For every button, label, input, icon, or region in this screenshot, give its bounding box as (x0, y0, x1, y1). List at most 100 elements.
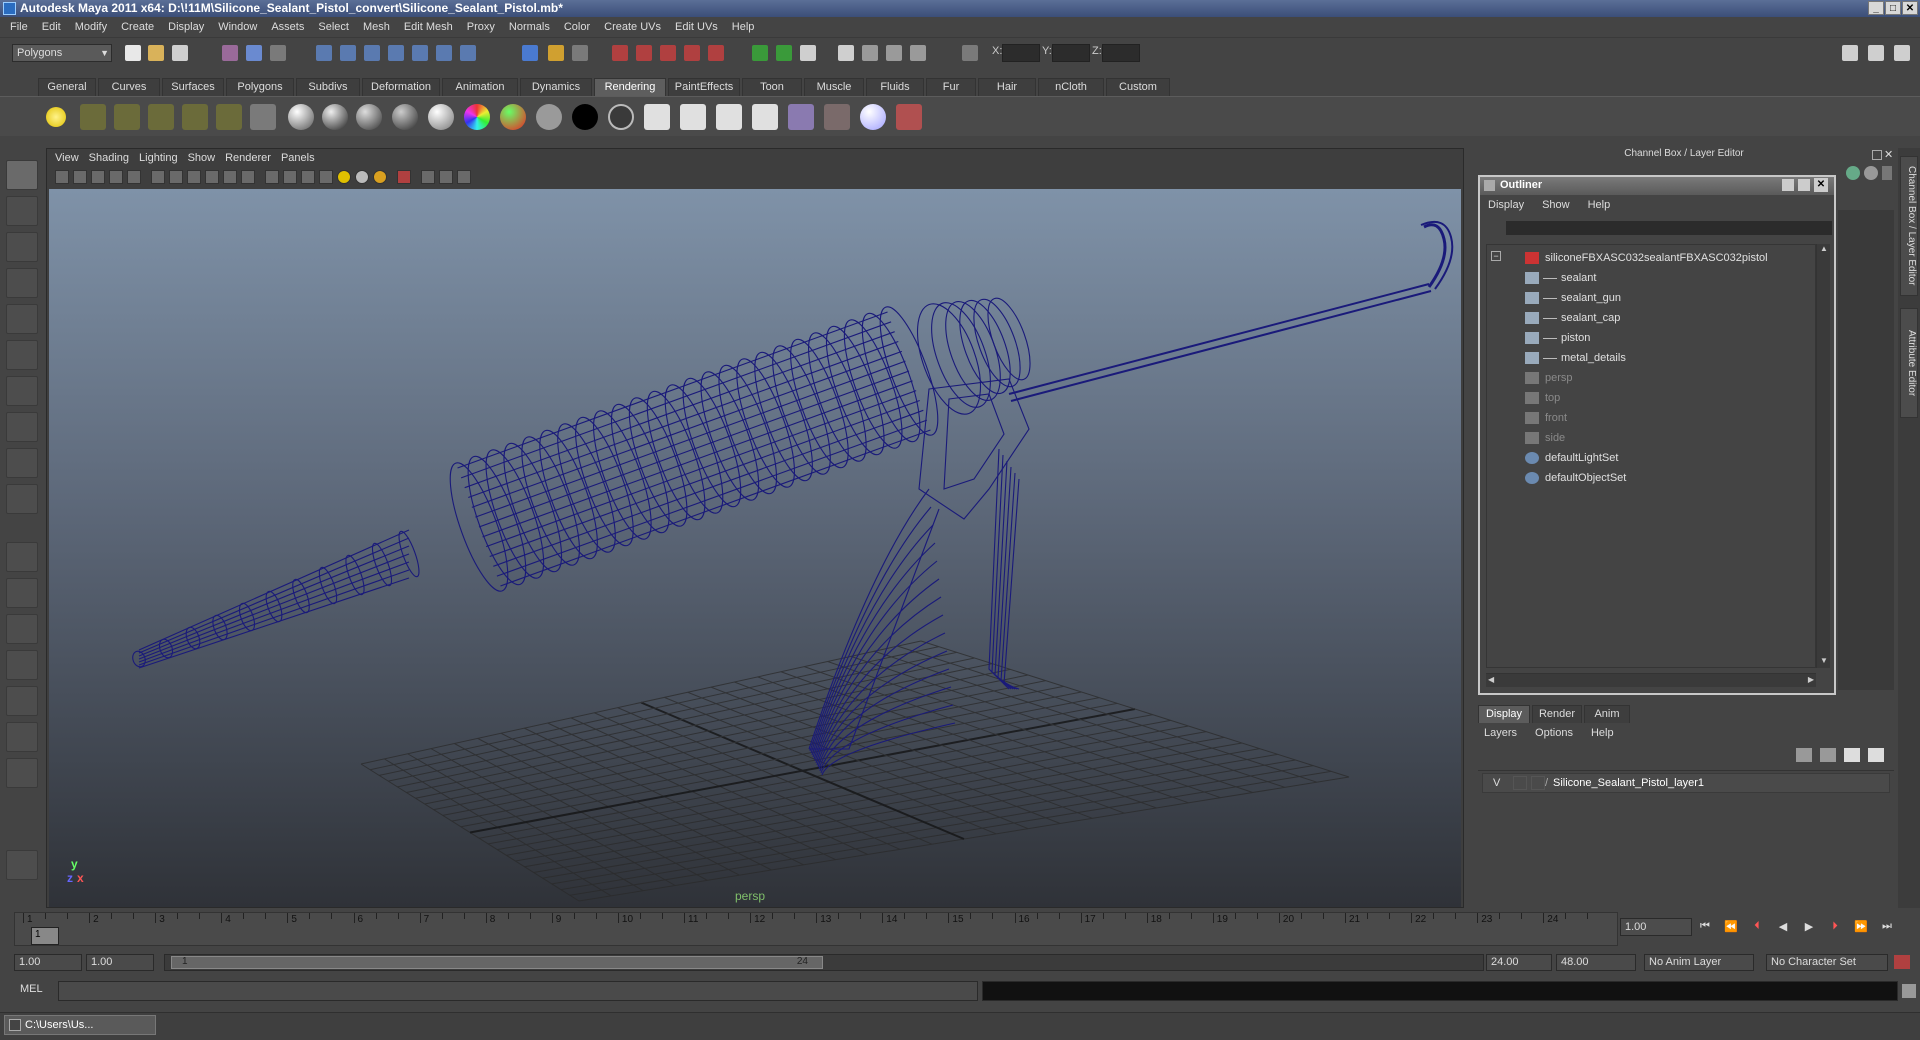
resolution-gate-icon[interactable] (187, 170, 201, 184)
menu-edit-mesh[interactable]: Edit Mesh (398, 21, 461, 33)
move-tool-icon[interactable] (6, 268, 38, 298)
hypershade-shelf-icon[interactable] (824, 104, 850, 130)
scale-tool-icon[interactable] (6, 340, 38, 370)
show-tool-settings-icon[interactable] (776, 45, 792, 61)
universal-manipulator-icon[interactable] (6, 376, 38, 406)
command-language-label[interactable]: MEL (20, 983, 43, 995)
toggle-channel-box-icon[interactable] (1894, 45, 1910, 61)
menu-file[interactable]: File (4, 21, 36, 33)
surface-shader-icon[interactable] (536, 104, 562, 130)
tab-hair[interactable]: Hair (978, 78, 1036, 96)
layer-menu-layers[interactable]: Layers (1484, 727, 1535, 739)
tab-polygons[interactable]: Polygons (226, 78, 294, 96)
animation-start-field[interactable]: 1.00 (14, 954, 82, 971)
viewport-menu-renderer[interactable]: Renderer (225, 152, 281, 164)
pin-icon[interactable] (1882, 166, 1892, 180)
perspective-viewport[interactable]: y z x persp (49, 189, 1461, 907)
maximize-icon[interactable] (1798, 179, 1810, 191)
menu-create[interactable]: Create (115, 21, 162, 33)
menu-display[interactable]: Display (162, 21, 212, 33)
viewport-menu-shading[interactable]: Shading (89, 152, 139, 164)
layout-dope-sheet-icon[interactable] (6, 722, 38, 752)
viewport-menu-panels[interactable]: Panels (281, 152, 325, 164)
channel-icon[interactable] (1846, 166, 1860, 180)
step-back-key-icon[interactable]: ⏴ (1748, 920, 1766, 936)
minimize-icon[interactable] (1782, 179, 1794, 191)
show-manipulator-icon[interactable] (6, 448, 38, 478)
layout-persp-outliner-icon[interactable] (886, 45, 902, 61)
snap-to-grid-icon[interactable] (316, 45, 332, 61)
layer-icon[interactable] (1864, 166, 1878, 180)
lambert-shader-icon[interactable] (322, 104, 348, 130)
absolute-transform-icon[interactable] (962, 45, 978, 61)
default-lighting-icon[interactable] (373, 170, 387, 184)
menu-window[interactable]: Window (212, 21, 265, 33)
float-icon[interactable] (1872, 150, 1882, 160)
tab-deformation[interactable]: Deformation (362, 78, 440, 96)
snap-to-curve-icon[interactable] (340, 45, 356, 61)
high-quality-icon[interactable] (457, 170, 471, 184)
last-tool-icon[interactable] (6, 484, 38, 514)
paint-select-tool-icon[interactable] (6, 232, 38, 262)
camera-attributes-icon[interactable] (73, 170, 87, 184)
menu-select[interactable]: Select (312, 21, 357, 33)
menu-create-uvs[interactable]: Create UVs (598, 21, 669, 33)
x-field[interactable] (1002, 44, 1040, 62)
move-layer-up-icon[interactable] (1796, 748, 1812, 762)
select-by-component-icon[interactable] (270, 45, 286, 61)
quick-layout-icon[interactable] (6, 850, 38, 880)
outliner-horizontal-scrollbar[interactable]: ◀ ▶ (1486, 673, 1816, 687)
step-forward-frame-icon[interactable]: ⏩ (1852, 920, 1870, 936)
tab-muscle[interactable]: Muscle (804, 78, 864, 96)
create-camera-icon[interactable] (250, 104, 276, 130)
menu-color[interactable]: Color (558, 21, 598, 33)
tab-curves[interactable]: Curves (98, 78, 160, 96)
minimized-window-button[interactable]: C:\Users\Us... (4, 1015, 156, 1035)
volume-light-icon[interactable] (216, 104, 242, 130)
viewport-menu-lighting[interactable]: Lighting (139, 152, 188, 164)
outliner-item[interactable]: sealant_gun (1487, 289, 1807, 307)
outliner-menu-display[interactable]: Display (1488, 199, 1542, 211)
playback-end-field[interactable]: 24.00 (1486, 954, 1552, 971)
layout-single-pane-icon[interactable] (6, 542, 38, 572)
move-layer-down-icon[interactable] (1820, 748, 1836, 762)
make-live-icon[interactable] (412, 45, 428, 61)
layout-single-icon[interactable] (838, 45, 854, 61)
area-light-icon[interactable] (182, 104, 208, 130)
menu-mesh[interactable]: Mesh (357, 21, 398, 33)
tab-ncloth[interactable]: nCloth (1038, 78, 1104, 96)
menu-edit[interactable]: Edit (36, 21, 69, 33)
shading-map-icon[interactable] (608, 104, 634, 130)
layer-color-swatch[interactable] (1531, 776, 1545, 790)
smooth-shade-icon[interactable] (283, 170, 297, 184)
outliner-item[interactable]: siliconeFBXASC032sealantFBXASC032pistol (1487, 249, 1807, 267)
animation-preferences-icon[interactable] (1894, 955, 1910, 969)
tab-rendering[interactable]: Rendering (594, 78, 666, 96)
tab-fluids[interactable]: Fluids (866, 78, 924, 96)
phong-shader-icon[interactable] (356, 104, 382, 130)
layout-four-pane-icon[interactable] (6, 578, 38, 608)
tab-fur[interactable]: Fur (926, 78, 976, 96)
outliner-item[interactable]: defaultObjectSet (1487, 469, 1807, 487)
tab-dynamics[interactable]: Dynamics (520, 78, 592, 96)
scroll-right-icon[interactable]: ▶ (1808, 675, 1814, 684)
range-slider[interactable]: 1 24 (164, 954, 1484, 971)
outliner-item[interactable]: defaultLightSet (1487, 449, 1807, 467)
y-field[interactable] (1052, 44, 1090, 62)
render-globals-icon[interactable] (716, 104, 742, 130)
select-camera-icon[interactable] (55, 170, 69, 184)
layered-shader-icon[interactable] (500, 104, 526, 130)
create-layer-from-selected-icon[interactable] (1868, 748, 1884, 762)
layer-menu-options[interactable]: Options (1535, 727, 1591, 739)
point-light-icon[interactable] (114, 104, 140, 130)
tab-general[interactable]: General (38, 78, 96, 96)
directional-light-icon[interactable] (80, 104, 106, 130)
character-set-selector[interactable]: No Character Set (1766, 954, 1888, 971)
go-to-start-icon[interactable]: ⏮ (1696, 920, 1714, 936)
render-view-shelf-icon[interactable] (788, 104, 814, 130)
render-current-frame-icon[interactable] (612, 45, 628, 61)
snap-to-view-icon[interactable] (388, 45, 404, 61)
tab-custom[interactable]: Custom (1106, 78, 1170, 96)
outliner-item[interactable]: top (1487, 389, 1807, 407)
lasso-tool-icon[interactable] (6, 196, 38, 226)
